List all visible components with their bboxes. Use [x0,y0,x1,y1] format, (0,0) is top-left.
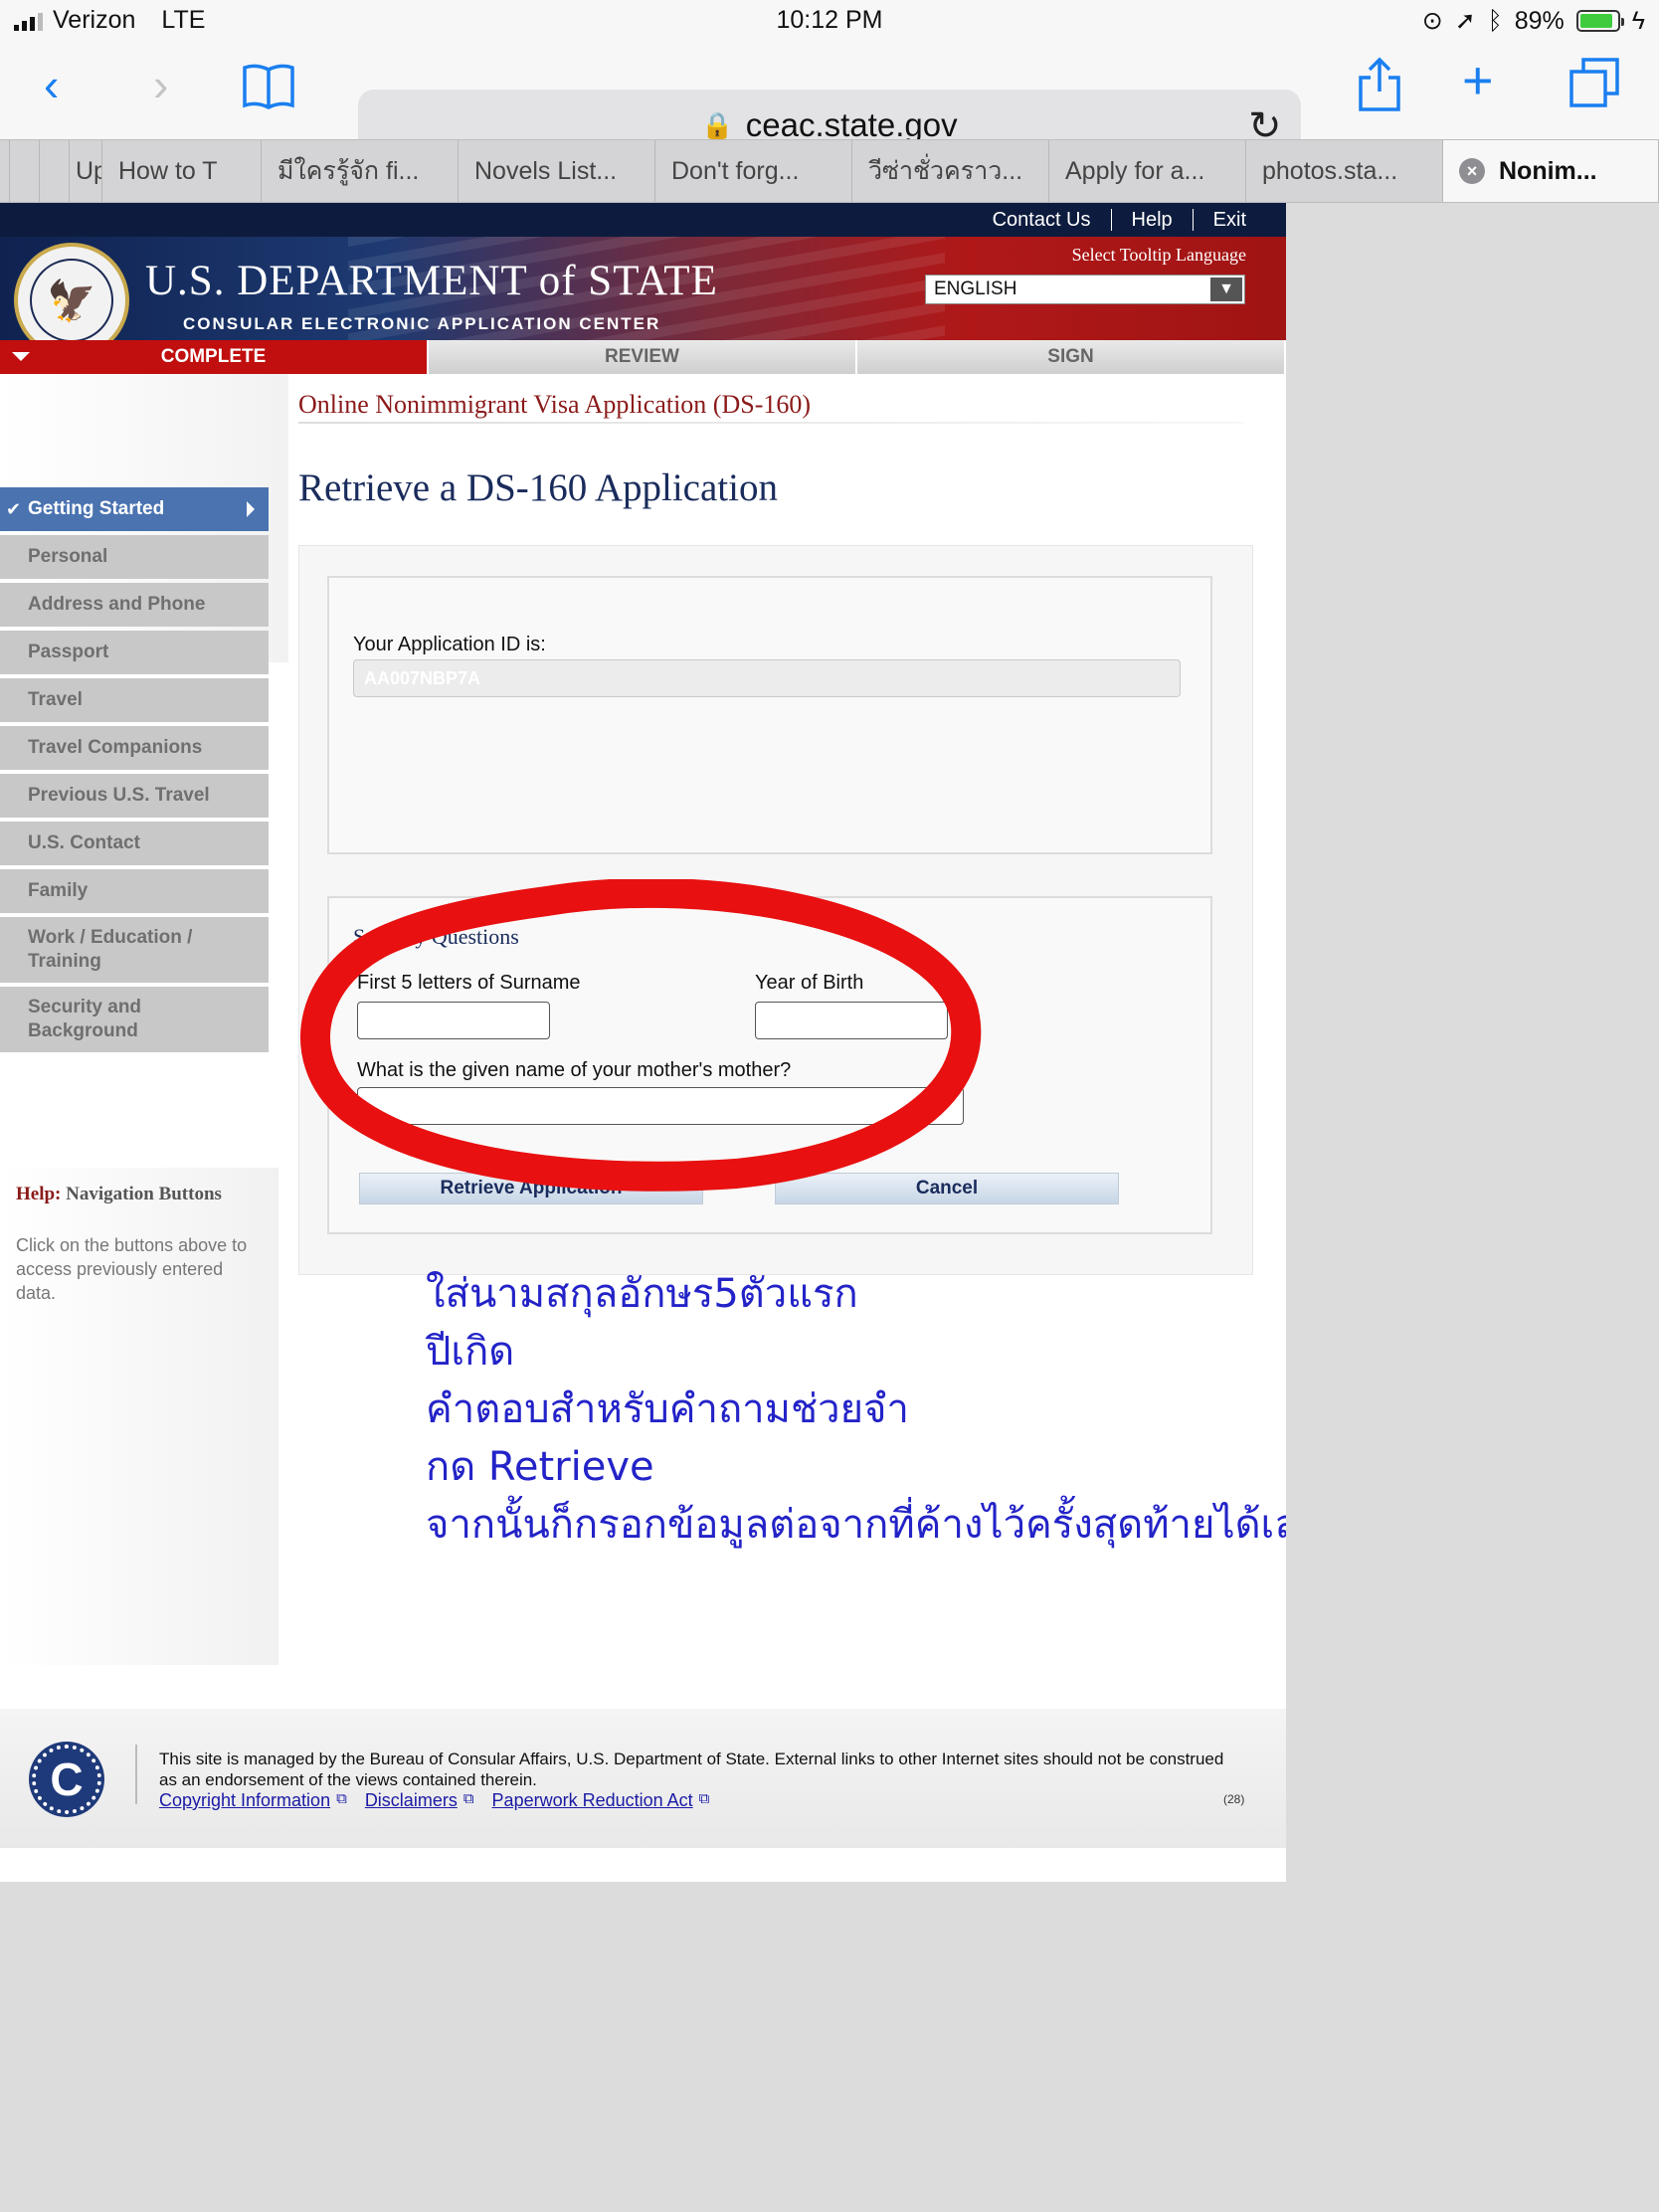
tabs-icon[interactable] [1567,56,1623,111]
divider [135,1745,137,1804]
contact-us-link[interactable]: Contact Us [973,209,1111,232]
progress-steps: COMPLETE REVIEW SIGN [0,340,1286,374]
external-link-icon: ⧉ [698,1790,710,1807]
top-links: Contact Us Help Exit [973,203,1286,237]
tab-strip: Up How to T มีใครรู้จัก fi... Novels Lis… [0,139,1659,203]
paperwork-link[interactable]: Paperwork Reduction Act [492,1790,693,1811]
application-id-box: Your Application ID is: AA007NBP7A [327,576,1212,854]
battery-icon [1575,10,1624,32]
help-link[interactable]: Help [1112,209,1193,232]
tab-active[interactable]: × Nonim... [1443,140,1659,202]
help-text: Click on the buttons above to access pre… [16,1235,248,1303]
tab[interactable]: How to T [102,140,262,202]
tab[interactable]: Up [70,140,102,202]
status-right: ⊙ ➚ ᛒ 89% ϟ [1422,6,1645,36]
help-heading: Help: Navigation Buttons [16,1184,222,1204]
step-sign[interactable]: SIGN [857,340,1286,374]
side-nav: ✔ Getting Started Personal Address and Ph… [0,487,269,1056]
instruction-line: จากนั้นก็กรอกข้อมูลต่อจากที่ค้างไว้ครั้ง… [426,1502,1286,1548]
department-name: U.S. DEPARTMENT of STATE [145,258,718,304]
bookmarks-icon[interactable] [241,62,296,111]
application-id-field: AA007NBP7A [353,659,1181,697]
step-review[interactable]: REVIEW [429,340,857,374]
sidebar-item-previous-travel[interactable]: Previous U.S. Travel [0,774,269,818]
instruction-line: กด Retrieve [426,1444,654,1490]
external-link-icon: ⧉ [462,1790,474,1807]
sidebar-item-security[interactable]: Security and Background [0,987,269,1052]
divider [298,422,1243,424]
browser-toolbar: ‹ › 🔒 ceac.state.gov ↻ + [0,42,1659,161]
footer-text: This site is managed by the Bureau of Co… [159,1750,1224,1789]
language-value: ENGLISH [934,278,1017,299]
tab[interactable]: Apply for a... [1049,140,1246,202]
disclaimers-link[interactable]: Disclaimers [365,1790,458,1811]
language-select[interactable]: ENGLISH ▼ [925,275,1245,304]
tab[interactable]: มีใครรู้จัก fi... [262,140,459,202]
charging-icon: ϟ [1631,6,1645,35]
external-link-icon: ⧉ [336,1790,347,1807]
sidebar-item-work-education[interactable]: Work / Education / Training [0,917,269,983]
bluetooth-icon: ᛒ [1487,6,1503,35]
top-nav: Contact Us Help Exit [0,203,1286,237]
instruction-line: ปีเกิด [426,1329,515,1375]
instruction-line: ใส่นามสกุลอักษร5ตัวแรก [426,1271,858,1317]
tab[interactable] [10,140,40,202]
ceac-subtitle: CONSULAR ELECTRONIC APPLICATION CENTER [183,314,661,333]
back-icon[interactable]: ‹ [44,62,59,107]
sidebar-item-personal[interactable]: Personal [0,535,269,579]
close-tab-icon[interactable]: × [1459,158,1485,184]
tab[interactable]: Don't forg... [655,140,852,202]
sidebar-item-getting-started[interactable]: ✔ Getting Started [0,487,269,531]
forward-icon[interactable]: › [153,62,168,107]
form-title: Online Nonimmigrant Visa Application (DS… [298,390,812,419]
sidebar-item-family[interactable]: Family [0,869,269,913]
step-complete[interactable]: COMPLETE [0,340,429,374]
chevron-down-icon: ▼ [1210,277,1242,301]
page-title: Retrieve a DS-160 Application [298,466,778,509]
sidebar-item-travel[interactable]: Travel [0,678,269,722]
status-bar: Verizon LTE 10:12 PM ⊙ ➚ ᛒ 89% ϟ [0,0,1659,42]
state-department-seal-icon: 🦅 [14,243,129,340]
orientation-lock-icon: ⊙ [1421,7,1443,35]
share-icon[interactable] [1357,56,1402,113]
red-circle-annotation [300,879,982,1192]
application-id-label: Your Application ID is: [353,634,546,655]
tooltip-language-label: Select Tooltip Language [1071,245,1246,265]
consular-affairs-logo-icon: C [32,1745,101,1814]
footer-links: Copyright Information ⧉ Disclaimers ⧉ Pape… [159,1790,709,1811]
sidebar-item-passport[interactable]: Passport [0,631,269,674]
copyright-link[interactable]: Copyright Information [159,1790,330,1811]
new-tab-icon[interactable]: + [1462,54,1494,107]
tab[interactable] [40,140,70,202]
site-footer: C This site is managed by the Bureau of … [0,1709,1286,1848]
instruction-line: คำตอบสำหรับคำถามช่วยจำ [426,1386,909,1432]
sidebar-item-address[interactable]: Address and Phone [0,583,269,627]
exit-link[interactable]: Exit [1194,209,1286,232]
page-code: (28) [1223,1792,1245,1806]
clock: 10:12 PM [776,6,883,34]
sidebar-item-us-contact[interactable]: U.S. Contact [0,822,269,865]
lock-icon: 🔒 [701,109,734,140]
tab[interactable] [0,140,10,202]
tab[interactable]: photos.sta... [1246,140,1443,202]
tab[interactable]: Novels List... [459,140,655,202]
tab[interactable]: วีซ่าชั่วคราว... [852,140,1049,202]
sidebar-item-travel-companions[interactable]: Travel Companions [0,726,269,770]
caret-right-icon [247,501,255,517]
battery-percent: 89% [1514,6,1565,35]
caret-down-icon [12,352,30,361]
location-icon: ➚ [1454,7,1476,35]
web-page: Contact Us Help Exit 🦅 U.S. DEPARTMENT o… [0,203,1286,1882]
thai-instructions: ใส่นามสกุลอักษร5ตัวแรก ปีเกิด คำตอบสำหรั… [426,1265,1286,1554]
checkmark-icon: ✔ [6,499,22,519]
site-banner: 🦅 U.S. DEPARTMENT of STATE CONSULAR ELEC… [0,237,1286,340]
